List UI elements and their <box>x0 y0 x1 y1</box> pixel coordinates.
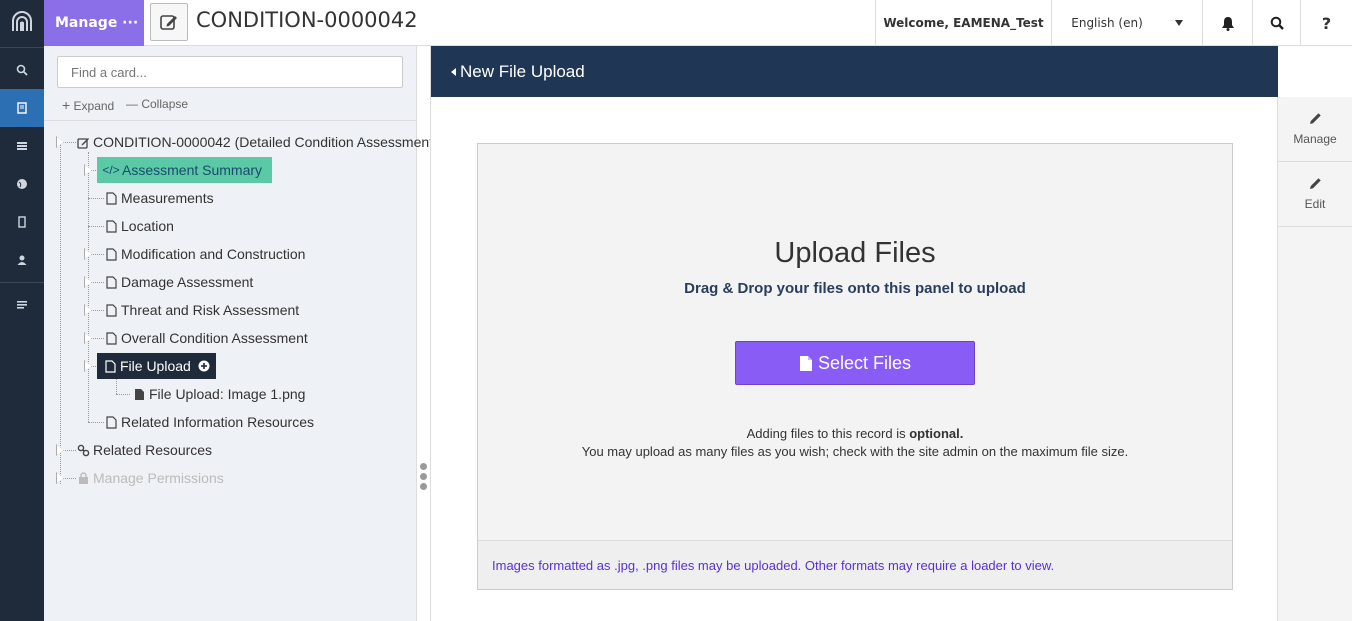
find-card-input[interactable] <box>57 56 403 88</box>
globe-nav-icon[interactable] <box>0 165 44 203</box>
select-files-button[interactable]: Select Files <box>735 341 975 385</box>
tree-item-overall-condition-assessment[interactable]: Overall Condition Assessment <box>104 327 308 349</box>
tree-item-file-upload[interactable]: File Upload <box>97 353 216 379</box>
user-nav-icon[interactable] <box>0 241 44 279</box>
file-drop-zone[interactable]: Upload Files Drag & Drop your files onto… <box>477 143 1233 590</box>
main-content: New File Upload Upload Files Drag & Drop… <box>430 46 1278 621</box>
tree-item-file-upload-image[interactable]: File Upload: Image 1.png <box>132 383 305 405</box>
pencil-icon <box>1309 112 1322 128</box>
upload-subtitle: Drag & Drop your files onto this panel t… <box>684 280 1026 297</box>
edit-action-button[interactable]: Edit <box>1278 162 1352 227</box>
file-outline-icon <box>104 331 118 345</box>
edit-icon <box>76 135 90 149</box>
mobile-nav-icon[interactable] <box>0 203 44 241</box>
format-note: Images formatted as .jpg, .png files may… <box>478 540 1232 589</box>
expand-all-link[interactable]: + Expand <box>62 97 114 113</box>
edit-resource-icon[interactable] <box>150 3 188 41</box>
caret-left-icon[interactable] <box>451 67 456 76</box>
search-icon[interactable] <box>1252 0 1300 46</box>
tree-item-location[interactable]: Location <box>104 215 174 237</box>
arches-logo-icon[interactable] <box>0 0 44 44</box>
tree-item-related-information-resources[interactable]: Related Information Resources <box>104 411 314 433</box>
file-icon <box>799 355 813 372</box>
language-select[interactable]: English (en) <box>1051 0 1202 46</box>
file-outline-icon <box>104 191 118 205</box>
tree-item-modification-construction[interactable]: Modification and Construction <box>104 243 305 265</box>
file-outline-icon <box>104 247 118 261</box>
file-outline-icon <box>104 219 118 233</box>
code-icon: </> <box>102 163 120 177</box>
search-nav-icon[interactable] <box>0 51 44 89</box>
upload-title: Upload Files <box>774 237 936 269</box>
file-outline-icon <box>103 359 117 373</box>
tree-item-assessment-summary[interactable]: </> Assessment Summary <box>97 157 273 183</box>
text-align-nav-icon[interactable] <box>0 286 44 324</box>
top-bar: Manage ··· CONDITION-0000042 Welcome, EA… <box>44 0 1352 46</box>
left-nav-rail <box>0 0 44 621</box>
list-nav-icon[interactable] <box>0 127 44 165</box>
resource-editor-nav-icon[interactable] <box>0 89 44 127</box>
add-circle-icon[interactable] <box>198 360 210 372</box>
tree-item-related-resources[interactable]: Related Resources <box>76 439 212 461</box>
panel-resize-handle[interactable] <box>420 463 427 493</box>
tree-item-manage-permissions: Manage Permissions <box>76 467 224 489</box>
card-header: New File Upload <box>431 46 1278 97</box>
max-size-note: You may upload as many files as you wish… <box>581 444 1129 459</box>
optional-note: Adding files to this record is optional. <box>746 426 964 441</box>
language-label: English (en) <box>1071 16 1143 30</box>
bell-icon[interactable] <box>1202 0 1252 46</box>
help-icon[interactable]: ? <box>1300 0 1352 46</box>
file-outline-icon <box>104 415 118 429</box>
tree-item-measurements[interactable]: Measurements <box>104 187 214 209</box>
pencil-icon <box>1309 177 1322 193</box>
file-outline-icon <box>104 303 118 317</box>
manage-menu-button[interactable]: Manage ··· <box>44 0 144 46</box>
card-tree-panel: + Expand — Collapse CONDITION-0000042 (D… <box>44 46 438 621</box>
right-action-rail: Manage Edit <box>1277 97 1352 621</box>
caret-down-icon <box>1174 20 1183 26</box>
file-outline-icon <box>104 275 118 289</box>
welcome-user-link[interactable]: Welcome, EAMENA_Test <box>875 0 1051 46</box>
tree-item-damage-assessment[interactable]: Damage Assessment <box>104 271 253 293</box>
tree-root-node[interactable]: CONDITION-0000042 (Detailed Condition As… <box>76 131 438 153</box>
file-icon <box>132 387 146 401</box>
lock-icon <box>76 471 90 485</box>
link-icon <box>76 443 90 457</box>
card-title: New File Upload <box>460 61 585 81</box>
collapse-all-link[interactable]: — Collapse <box>126 97 188 111</box>
manage-action-button[interactable]: Manage <box>1278 97 1352 162</box>
tree-item-threat-risk-assessment[interactable]: Threat and Risk Assessment <box>104 299 299 321</box>
page-title: CONDITION-0000042 <box>196 8 418 32</box>
